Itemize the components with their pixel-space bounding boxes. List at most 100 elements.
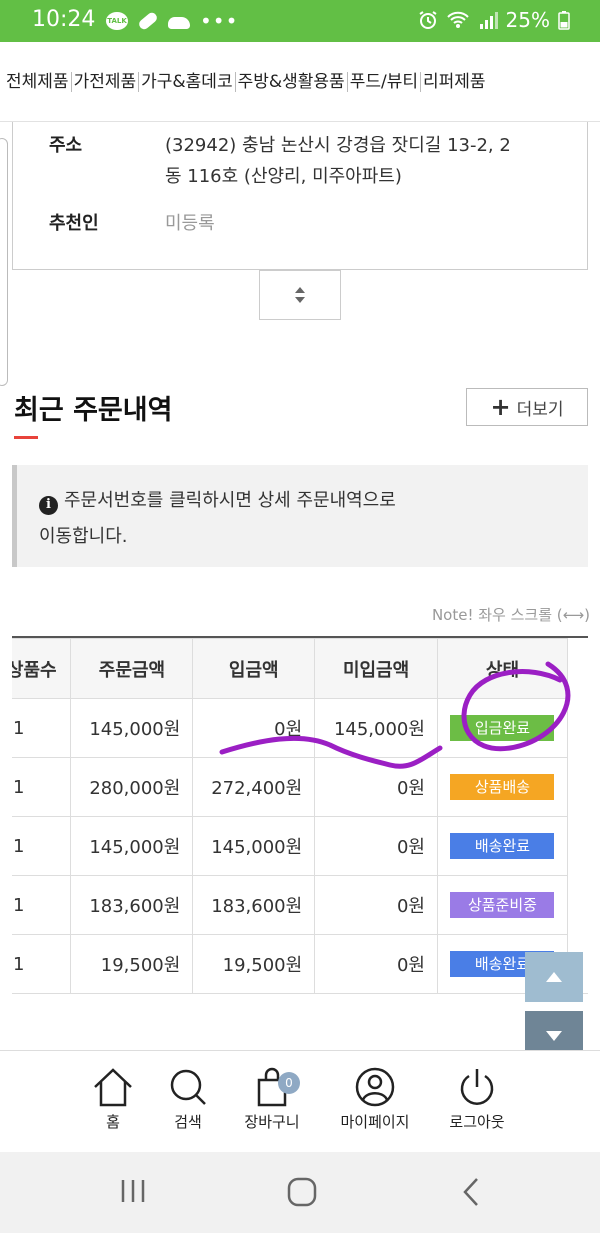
cell-status: 배송완료 xyxy=(436,816,569,876)
nav-logout[interactable]: 로그아웃 xyxy=(437,1067,517,1132)
category-nav: 전체제품 가전제품 가구&홈데코 주방&생활용품 푸드/뷰티 리퍼제품 xyxy=(0,42,600,122)
cell-status: 상품배송 xyxy=(436,757,569,817)
cell-unpaid: 145,000원 xyxy=(314,698,438,758)
more-label: 더보기 xyxy=(516,399,564,420)
alarm-icon xyxy=(418,11,437,29)
cell-unpaid: 0원 xyxy=(314,934,438,993)
category-all[interactable]: 전체제품 xyxy=(4,71,72,92)
cell-unpaid: 0원 xyxy=(314,816,438,876)
sort-arrows-icon xyxy=(295,287,305,303)
cell-count: 1 xyxy=(12,875,72,935)
table-row[interactable]: 1 145,000원 0원 145,000원 입금완료 xyxy=(12,698,569,758)
col-unpaid: 미입금액 xyxy=(314,638,438,699)
category-food-beauty[interactable]: 푸드/뷰티 xyxy=(348,71,421,92)
category-furniture[interactable]: 가구&홈데코 xyxy=(139,71,236,92)
category-refurb[interactable]: 리퍼제품 xyxy=(421,72,488,92)
cell-status: 상품준비중 xyxy=(436,875,569,935)
cell-unpaid: 0원 xyxy=(314,757,438,817)
scroll-top-button[interactable] xyxy=(525,952,583,1002)
plus-icon: + xyxy=(490,393,511,421)
cart-count-badge: 0 xyxy=(278,1072,300,1094)
title-underline xyxy=(14,436,38,439)
col-paid: 입금액 xyxy=(192,638,316,699)
orders-table-scroll[interactable]: 상품수 주문금액 입금액 미입금액 상태 1 145,000원 0원 145,0… xyxy=(12,636,588,994)
recommender-value: 미등록 xyxy=(165,213,215,234)
cell-status: 입금완료 xyxy=(436,698,569,758)
status-badge: 배송완료 xyxy=(450,833,555,859)
notice-line1: 주문서번호를 클릭하시면 상세 주문내역으로 xyxy=(64,490,396,511)
category-appliances[interactable]: 가전제품 xyxy=(72,71,140,92)
home-icon xyxy=(94,1068,132,1107)
nav-home[interactable]: 홈 xyxy=(73,1067,153,1132)
nav-home-label: 홈 xyxy=(106,1113,120,1131)
power-icon xyxy=(460,1069,494,1105)
table-row[interactable]: 1 19,500원 19,500원 0원 배송완료 xyxy=(12,934,569,993)
bottom-nav: 홈 검색 0 장바구니 마이페이지 로그아웃 xyxy=(0,1050,600,1152)
search-icon xyxy=(170,1069,206,1105)
table-row[interactable]: 1 280,000원 272,400원 0원 상품배송 xyxy=(12,757,569,817)
cell-count: 1 xyxy=(12,816,72,876)
more-button[interactable]: + 더보기 xyxy=(466,388,588,426)
caret-up-icon xyxy=(546,972,562,982)
nav-search-label: 검색 xyxy=(174,1113,202,1131)
user-icon xyxy=(355,1067,395,1107)
battery-icon xyxy=(558,11,570,30)
battery-percent: 25% xyxy=(505,8,550,32)
address-value: (32942) 충남 논산시 강경읍 잣디길 13-2, 2 동 116호 (산… xyxy=(165,130,575,192)
status-badge: 상품준비중 xyxy=(450,892,555,918)
recommender-row: 추천인 미등록 xyxy=(49,208,575,239)
cell-count: 1 xyxy=(12,934,72,993)
status-badge: 입금완료 xyxy=(450,715,555,741)
notification-icons: TALK ••• xyxy=(106,9,238,33)
caret-down-icon xyxy=(546,1031,562,1041)
cell-paid: 19,500원 xyxy=(192,934,316,993)
table-row[interactable]: 1 145,000원 145,000원 0원 배송완료 xyxy=(12,816,569,876)
col-count: 상품수 xyxy=(12,638,72,699)
col-status: 상태 xyxy=(436,638,569,699)
cell-order-amount: 280,000원 xyxy=(70,757,194,817)
nav-mypage[interactable]: 마이페이지 xyxy=(335,1067,415,1132)
more-notifications-icon: ••• xyxy=(200,9,239,33)
member-info-box: 주소 (32942) 충남 논산시 강경읍 잣디길 13-2, 2 동 116호… xyxy=(12,122,588,270)
cell-count: 1 xyxy=(12,757,72,817)
table-row[interactable]: 1 183,600원 183,600원 0원 상품준비중 xyxy=(12,875,569,935)
recommender-label: 추천인 xyxy=(49,213,99,234)
address-line1: (32942) 충남 논산시 강경읍 잣디길 13-2, 2 xyxy=(165,135,511,156)
cell-unpaid: 0원 xyxy=(314,875,438,935)
back-icon[interactable] xyxy=(458,1176,484,1208)
recent-orders-title: 최근 주문내역 xyxy=(14,395,173,426)
info-icon: i xyxy=(39,495,58,515)
nav-cart-label: 장바구니 xyxy=(244,1113,300,1131)
status-time: 10:24 xyxy=(32,7,96,32)
nav-mypage-label: 마이페이지 xyxy=(340,1113,410,1131)
cell-order-amount: 19,500원 xyxy=(70,934,194,993)
address-row: 주소 (32942) 충남 논산시 강경읍 잣디길 13-2, 2 동 116호… xyxy=(49,130,575,192)
cell-paid: 183,600원 xyxy=(192,875,316,935)
side-drawer-handle[interactable] xyxy=(0,138,8,386)
cell-paid: 145,000원 xyxy=(192,816,316,876)
notice-line2: 이동합니다. xyxy=(39,526,128,547)
recent-apps-icon[interactable] xyxy=(118,1176,148,1206)
status-badge: 상품배송 xyxy=(450,774,555,800)
system-home-icon[interactable] xyxy=(286,1176,318,1208)
order-notice: i 주문서번호를 클릭하시면 상세 주문내역으로 이동합니다. xyxy=(12,465,588,567)
expand-toggle-button[interactable] xyxy=(259,270,341,320)
table-header-row: 상품수 주문금액 입금액 미입금액 상태 xyxy=(12,638,569,699)
system-nav-bar xyxy=(0,1152,600,1233)
signal-icon xyxy=(479,12,498,29)
nav-search[interactable]: 검색 xyxy=(148,1067,228,1132)
status-bar: 10:24 TALK ••• 25% xyxy=(0,0,600,42)
status-right: 25% xyxy=(418,8,570,32)
nav-cart[interactable]: 0 장바구니 xyxy=(232,1067,312,1132)
cell-paid: 0원 xyxy=(192,698,316,758)
wifi-icon xyxy=(446,11,469,28)
kakaotalk-icon: TALK xyxy=(106,12,128,30)
orders-table: 상품수 주문금액 입금액 미입금액 상태 1 145,000원 0원 145,0… xyxy=(12,638,569,993)
category-kitchen[interactable]: 주방&생활용품 xyxy=(236,71,348,92)
nav-logout-label: 로그아웃 xyxy=(449,1113,505,1131)
address-label: 주소 xyxy=(49,135,83,156)
address-line2: 동 116호 (산양리, 미주아파트) xyxy=(165,166,402,187)
cell-paid: 272,400원 xyxy=(192,757,316,817)
cloud-icon xyxy=(168,16,190,29)
cell-count: 1 xyxy=(12,698,72,758)
